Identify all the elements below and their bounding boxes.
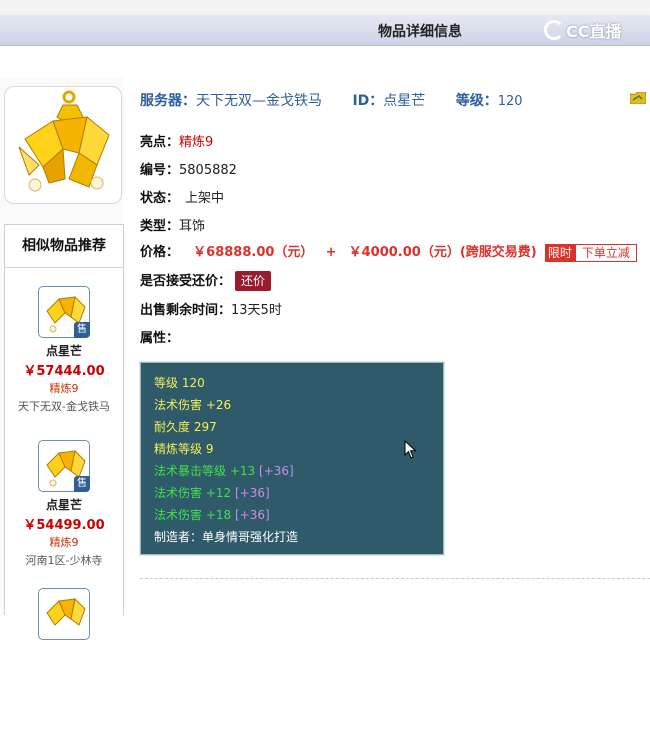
attribute-line: 耐久度 297 — [154, 420, 217, 434]
item-image — [4, 86, 122, 204]
recommend-title: 相似物品推荐 — [5, 225, 123, 268]
highlight-row: 亮点：精炼9 — [140, 131, 213, 150]
bargain-label: 是否接受还价： — [140, 274, 232, 289]
level-value: 120 — [497, 94, 523, 109]
number-label: 编号： — [140, 163, 180, 178]
attribute-line: 法术伤害 +26 — [154, 398, 232, 412]
attribute-box: 等级 120 法术伤害 +26 耐久度 297 精炼等级 9 法术暴击等级 +1… — [140, 362, 444, 555]
id-value: 点星芒 — [383, 93, 426, 109]
attribute-line: 法术伤害 +12 [+36] — [154, 486, 270, 500]
recommend-item[interactable]: 售 点星芒 ￥57444.00 精炼9 天下无双-金戈铁马 — [5, 268, 123, 422]
recommend-item-name[interactable]: 点星芒 — [5, 342, 123, 359]
price-plus: + — [325, 245, 337, 260]
recommend-item-server: 河南1区-少林寺 — [25, 554, 103, 567]
buy-now-button[interactable]: 下单立减 — [574, 243, 637, 262]
cc-logo-icon — [544, 20, 564, 40]
recommend-item-price: ￥57444.00 — [23, 364, 105, 379]
server-label: 服务器： — [140, 93, 196, 109]
number-value: 5805882 — [179, 163, 237, 178]
recommend-item-server: 天下无双-金戈铁马 — [18, 400, 110, 413]
title-bar: 物品详细信息 CC直播 — [0, 15, 650, 46]
recommend-item-thumb[interactable]: 售 — [38, 440, 90, 492]
type-value: 耳饰 — [179, 219, 206, 234]
recommend-item[interactable]: 售 点星芒 ￥54499.00 精炼9 河南1区-少林寺 — [5, 422, 123, 576]
recommend-item-price: ￥54499.00 — [23, 518, 105, 533]
cc-logo: CC直播 — [544, 18, 622, 42]
attr-row: 属性： — [140, 327, 179, 346]
recommend-item-highlight: 精炼9 — [49, 536, 79, 549]
server-value: 天下无双—金戈铁马 — [196, 93, 322, 109]
status-row: 状态： 上架中 — [140, 187, 224, 206]
status-value: 上架中 — [185, 191, 225, 206]
price-row: 价格： ￥68888.00（元） + ￥4000.00（元）(跨服交易费) 限时… — [140, 241, 637, 262]
recommend-item-name[interactable]: 点星芒 — [5, 496, 123, 513]
time-label: 出售剩余时间： — [140, 303, 232, 318]
limit-tag: 限时 — [544, 243, 575, 262]
earring-icon — [18, 90, 110, 192]
sold-tag: 售 — [74, 476, 90, 492]
attr-label: 属性： — [140, 331, 180, 346]
level-label: 等级： — [455, 93, 498, 109]
cc-logo-text: CC直播 — [566, 22, 622, 41]
page-title: 物品详细信息 — [378, 24, 462, 40]
sold-tag: 售 — [74, 322, 90, 338]
attribute-line: 法术伤害 +18 [+36] — [154, 508, 270, 522]
earring-icon — [46, 597, 86, 626]
recommend-item-thumb[interactable]: 售 — [38, 286, 90, 338]
recommend-panel: 相似物品推荐 售 点星芒 ￥57444.00 精炼9 天下无双-金戈铁马 售 点… — [4, 224, 124, 640]
bargain-row: 是否接受还价： 还价 — [140, 270, 272, 291]
folder-icon[interactable] — [630, 92, 646, 104]
server-row: 服务器：天下无双—金戈铁马 ID：点星芒 等级：120 — [140, 90, 523, 110]
type-label: 类型： — [140, 219, 180, 234]
bargain-button[interactable]: 还价 — [235, 271, 272, 291]
attribute-line: 法术暴击等级 +13 [+36] — [154, 464, 294, 478]
highlight-value: 精炼9 — [179, 135, 214, 150]
recommend-item[interactable] — [5, 576, 123, 730]
attribute-line: 精炼等级 9 — [154, 442, 214, 456]
price-value: ￥68888.00（元） — [193, 245, 314, 260]
maker-line: 制造者：单身情哥强化打造 — [154, 530, 299, 544]
time-value: 13天5时 — [231, 303, 282, 318]
highlight-label: 亮点： — [140, 135, 180, 150]
recommend-item-thumb[interactable] — [38, 588, 90, 640]
price-label: 价格： — [140, 245, 180, 260]
number-row: 编号：5805882 — [140, 159, 237, 178]
id-label: ID： — [352, 93, 384, 109]
mouse-cursor-icon — [404, 440, 417, 459]
top-strip — [0, 0, 650, 15]
time-row: 出售剩余时间：13天5时 — [140, 299, 282, 318]
fee-value: ￥4000.00（元）(跨服交易费) — [348, 245, 537, 260]
attribute-line: 等级 120 — [154, 376, 205, 390]
status-label: 状态： — [140, 191, 180, 206]
type-row: 类型：耳饰 — [140, 215, 205, 234]
recommend-item-highlight: 精炼9 — [49, 382, 79, 395]
divider — [140, 578, 650, 579]
